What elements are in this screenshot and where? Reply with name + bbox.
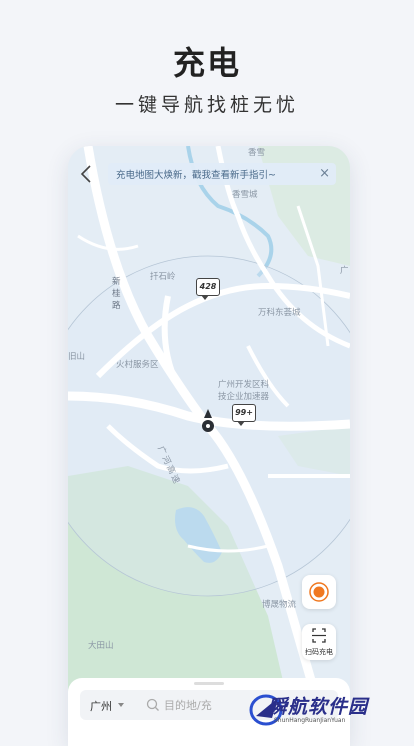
drag-handle[interactable]: [194, 682, 224, 685]
map-label-xiangxuecheng: 香雪城: [232, 190, 258, 200]
chevron-left-icon: [80, 165, 91, 183]
chevron-down-icon: [118, 703, 124, 707]
map-label-huocun: 火村服务区: [116, 360, 159, 370]
notice-text: 充电地图大焕新，戳我查看新手指引~: [116, 170, 276, 181]
map-label-kaifaqu-2: 技企业加速器: [218, 392, 270, 402]
map-label-kaifaqu-1: 广州开发区科: [218, 380, 270, 390]
watermark-subtext: ShunHangRuanJianYuan: [274, 717, 346, 724]
back-button[interactable]: [78, 164, 96, 184]
map-label-xiangxue: 香雪: [248, 148, 266, 158]
map-label-wanke: 万科东荟城: [258, 308, 301, 318]
map-label-shan-left: 旧山: [68, 352, 86, 362]
close-icon[interactable]: ×: [319, 166, 330, 182]
map-label-guang-right: 广: [340, 266, 349, 276]
phone-mockup: 香雪 香雪城 扦石岭 万科东荟城 新桂路 火村服务区 广州开发区科 技企业加速器…: [68, 146, 350, 746]
map-label-xinguilu: 新桂路: [112, 277, 121, 311]
charging-station-pin[interactable]: 99+: [232, 404, 256, 426]
page-title: 充电: [172, 44, 241, 82]
record-icon: [309, 582, 329, 602]
city-selector[interactable]: 广州: [90, 698, 112, 714]
page-subtitle: 一键导航找桩无忧: [114, 94, 299, 116]
map-label-shishiling: 扦石岭: [150, 272, 176, 282]
map-label-datianshan: 大田山: [88, 641, 114, 651]
record-button[interactable]: [302, 575, 336, 609]
charging-station-pin[interactable]: 428: [196, 278, 220, 300]
scan-charge-label: 扫码充电: [305, 648, 333, 656]
watermark-text: 瞬航软件园: [268, 696, 369, 718]
map-label-bosheng: 博晟物流: [262, 600, 297, 610]
notice-banner[interactable]: 充电地图大焕新，戳我查看新手指引~ ×: [108, 163, 336, 185]
watermark-logo: 瞬航软件园 ShunHangRuanJianYuan: [248, 686, 388, 734]
scan-charge-button[interactable]: 扫码充电: [302, 624, 336, 660]
search-icon: [146, 698, 159, 711]
